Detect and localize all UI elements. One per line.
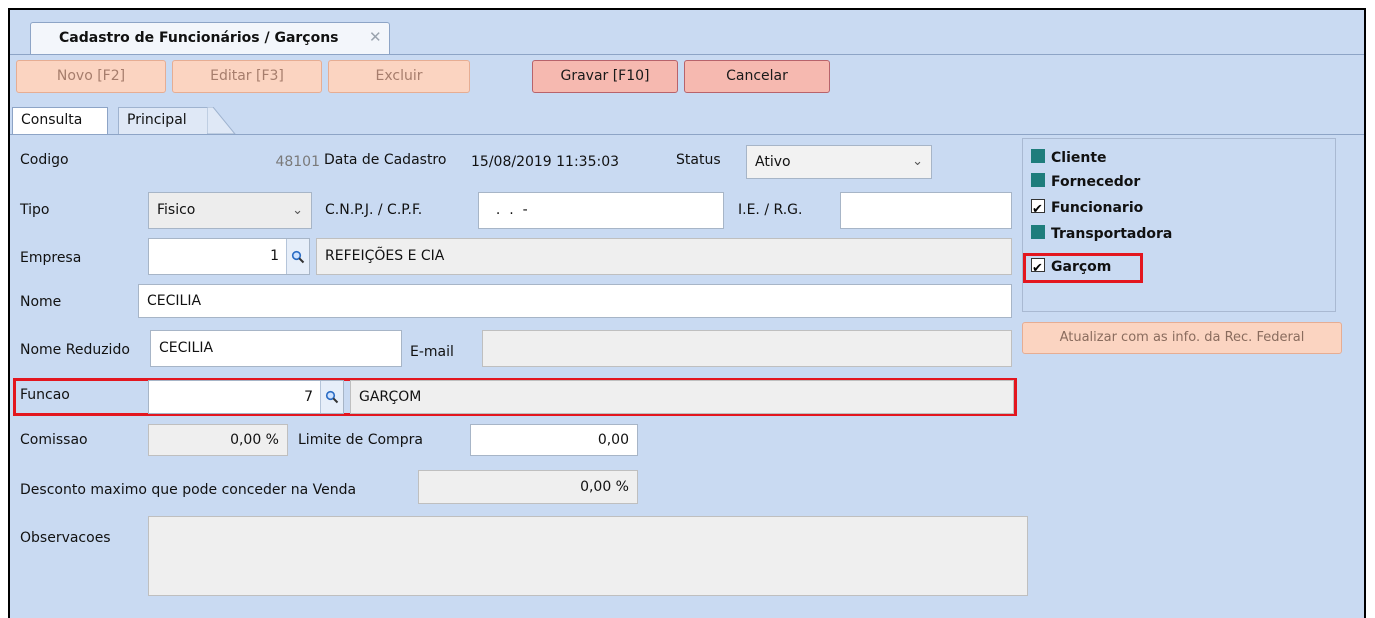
delete-button[interactable]: Excluir <box>328 60 470 93</box>
comissao-input[interactable]: 0,00 % <box>148 424 288 456</box>
empresa-label: Empresa <box>20 250 82 266</box>
search-icon[interactable] <box>286 239 309 274</box>
nome-input[interactable]: CECILIA <box>138 284 1012 318</box>
checkbox-transportadora[interactable] <box>1031 225 1045 239</box>
cnpj-cpf-label: C.N.P.J. / C.P.F. <box>325 202 423 218</box>
panel-divider <box>10 134 1364 135</box>
category-transportadora[interactable]: Transportadora <box>1031 221 1172 247</box>
desconto-maximo-label: Desconto maximo que pode conceder na Ven… <box>20 482 357 498</box>
category-cliente[interactable]: Cliente <box>1031 145 1107 171</box>
cnpj-cpf-input[interactable]: . . - <box>478 192 724 229</box>
category-funcionario-label: Funcionario <box>1051 200 1144 216</box>
funcao-label: Funcao <box>20 387 70 403</box>
new-button[interactable]: Novo [F2] <box>16 60 166 93</box>
tab-slant <box>207 107 237 135</box>
data-cadastro-label: Data de Cadastro <box>324 152 447 168</box>
close-icon[interactable]: ✕ <box>369 28 382 46</box>
codigo-label: Codigo <box>20 152 69 168</box>
funcao-code: 7 <box>304 389 313 405</box>
main-window: Cadastro de Funcionários / Garçons ✕ Nov… <box>8 8 1366 618</box>
data-cadastro-value: 15/08/2019 11:35:03 <box>471 154 620 170</box>
tipo-select[interactable]: Fisico ⌄ <box>148 192 312 229</box>
status-label: Status <box>676 152 721 168</box>
edit-button[interactable]: Editar [F3] <box>172 60 322 93</box>
limite-compra-label: Limite de Compra <box>298 432 423 448</box>
checkbox-cliente[interactable] <box>1031 149 1045 163</box>
document-tab[interactable]: Cadastro de Funcionários / Garçons ✕ <box>30 22 390 54</box>
category-funcionario[interactable]: Funcionario <box>1031 195 1144 223</box>
category-cliente-label: Cliente <box>1051 150 1107 166</box>
status-select[interactable]: Ativo ⌄ <box>746 145 932 179</box>
nome-label: Nome <box>20 294 62 310</box>
category-fornecedor-label: Fornecedor <box>1051 174 1141 190</box>
email-label: E-mail <box>410 344 454 360</box>
category-garcom[interactable]: Garçom <box>1031 254 1112 282</box>
save-button[interactable]: Gravar [F10] <box>532 60 678 93</box>
empresa-name: REFEIÇÕES E CIA <box>316 238 1012 275</box>
tab-consulta[interactable]: Consulta <box>12 107 108 134</box>
nome-reduzido-label: Nome Reduzido <box>20 342 130 358</box>
tab-principal[interactable]: Principal <box>118 107 208 134</box>
observacoes-textarea[interactable] <box>148 516 1028 596</box>
codigo-value: 48101 <box>275 154 320 170</box>
funcao-code-input[interactable]: 7 <box>148 380 344 414</box>
checkbox-garcom[interactable] <box>1031 256 1045 282</box>
category-garcom-label: Garçom <box>1051 259 1112 275</box>
search-icon[interactable] <box>320 381 343 413</box>
cancel-button[interactable]: Cancelar <box>684 60 830 93</box>
limite-compra-input[interactable]: 0,00 <box>470 424 638 456</box>
comissao-label: Comissao <box>20 432 88 448</box>
nome-reduzido-input[interactable]: CECILIA <box>150 330 402 367</box>
checkbox-fornecedor[interactable] <box>1031 173 1045 187</box>
update-rec-federal-button[interactable]: Atualizar com as info. da Rec. Federal <box>1022 322 1342 354</box>
ie-rg-label: I.E. / R.G. <box>738 202 803 218</box>
chevron-down-icon: ⌄ <box>292 203 303 218</box>
empresa-code-input[interactable]: 1 <box>148 238 310 275</box>
tipo-value: Fisico <box>157 202 196 218</box>
email-input[interactable] <box>482 330 1012 367</box>
ie-rg-input[interactable] <box>840 192 1012 229</box>
category-fornecedor[interactable]: Fornecedor <box>1031 169 1140 195</box>
category-transportadora-label: Transportadora <box>1051 226 1173 242</box>
tab-divider <box>10 54 1364 55</box>
funcao-name: GARÇOM <box>350 380 1014 414</box>
document-tab-title: Cadastro de Funcionários / Garçons <box>59 30 339 46</box>
empresa-code: 1 <box>270 248 279 264</box>
categories-box: Cliente Fornecedor Funcionario Transport… <box>1022 138 1336 312</box>
chevron-down-icon: ⌄ <box>912 154 923 169</box>
desconto-maximo-input[interactable]: 0,00 % <box>418 470 638 504</box>
observacoes-label: Observacoes <box>20 530 111 546</box>
tipo-label: Tipo <box>20 202 50 218</box>
status-value: Ativo <box>755 154 791 170</box>
checkbox-funcionario[interactable] <box>1031 197 1045 223</box>
